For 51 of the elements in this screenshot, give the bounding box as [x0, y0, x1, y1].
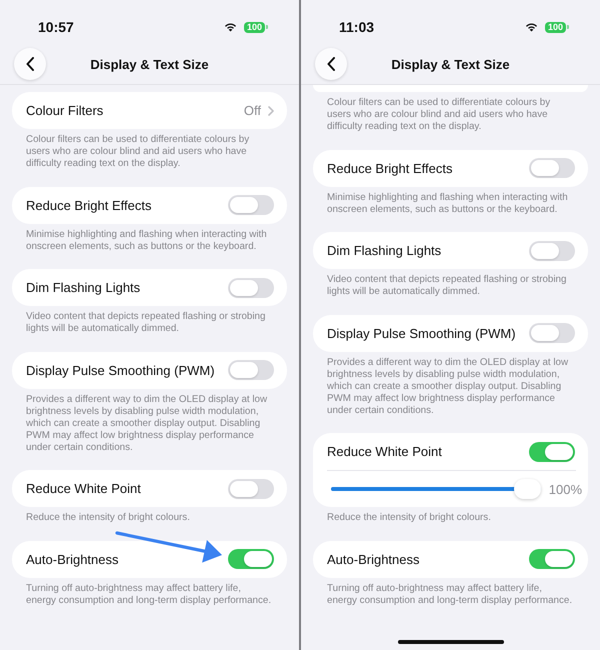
setting-label: Reduce White Point	[327, 444, 442, 459]
toggle-switch[interactable]	[228, 549, 274, 569]
toggle-switch[interactable]	[529, 240, 575, 260]
toggle-switch[interactable]	[529, 549, 575, 569]
slider-thumb[interactable]	[514, 479, 541, 499]
slider-value: 100%	[548, 482, 582, 496]
toggle-switch[interactable]	[228, 360, 274, 380]
setting-label: Reduce Bright Effects	[26, 198, 152, 212]
setting-description: Colour filters can be used to differentiate colours by users who are colour blind and aid users who have difficulty reading text on the display.	[326, 97, 552, 133]
chevron-left-icon	[26, 57, 34, 71]
setting-label: Display Pulse Smoothing (PWM)	[26, 362, 215, 378]
setting-description: Minimise highlighting and flashing when interacting with onscreen elements, such as buttons or the keyboard.	[25, 228, 268, 252]
setting-description: Minimise highlighting and flashing when interacting with onscreen elements, such as buttons or the keyboard.	[326, 192, 569, 216]
setting-description: Video content that depicts repeated flashing or strobing lights will be automatically dimmed.	[25, 311, 266, 335]
wifi-icon	[224, 22, 237, 32]
settings-link-row[interactable]: Colour Filters Off	[12, 92, 287, 129]
setting-description: Reduce the intensity of bright colours.	[326, 512, 492, 524]
battery-level: 100	[544, 22, 566, 32]
setting-description: Provides a different way to dim the OLED display at low brightness levels by disabling pulse width modulation, which can create a smoother display output. Disabling PWM may affect low brightness display performance under certain conditions.	[25, 394, 268, 454]
toggle-switch[interactable]	[529, 158, 575, 178]
toggle-switch[interactable]	[228, 278, 274, 298]
chevron-left-icon	[327, 57, 335, 71]
setting-description: Provides a different way to dim the OLED display at low brightness levels by disabling pulse width modulation, which can create a smoother display output. Disabling PWM may affect low brightness display performance under certain conditions.	[326, 356, 570, 416]
chevron-right-icon	[268, 106, 274, 116]
setting-label: Auto-Brightness	[26, 552, 118, 566]
nav-title: Display & Text Size	[391, 56, 510, 72]
setting-label: Auto-Brightness	[327, 552, 420, 566]
wifi-icon	[524, 22, 538, 32]
battery-level: 100	[244, 22, 265, 32]
nav-title: Display & Text Size	[90, 56, 209, 72]
setting-description: Turning off auto-brightness may affect battery life, energy consumption and long-term display performance.	[25, 582, 272, 606]
setting-label: Colour Filters	[26, 103, 104, 118]
setting-label: Reduce Bright Effects	[327, 160, 452, 176]
back-button[interactable]	[315, 48, 347, 80]
setting-label: Dim Flashing Lights	[26, 280, 140, 295]
setting-label: Display Pulse Smoothing (PWM)	[327, 326, 516, 340]
toggle-switch[interactable]	[529, 323, 575, 343]
toggle-switch[interactable]	[529, 442, 575, 462]
setting-value: Off	[244, 103, 261, 118]
status-time: 11:03	[339, 18, 374, 37]
setting-description: Video content that depicts repeated flashing or strobing lights will be automatically dimmed.	[326, 274, 568, 298]
setting-description: Reduce the intensity of bright colours.	[25, 512, 191, 524]
status-time: 10:57	[38, 18, 74, 37]
setting-label: Dim Flashing Lights	[327, 243, 442, 258]
back-button[interactable]	[14, 48, 46, 80]
setting-label: Reduce White Point	[26, 481, 141, 496]
setting-description: Colour filters can be used to differentiate colours by users who are colour blind and aid users who have difficulty reading text on the display.	[25, 134, 250, 170]
toggle-switch[interactable]	[228, 478, 274, 498]
slider-track[interactable]	[331, 479, 541, 499]
setting-description: Turning off auto-brightness may affect battery life, energy consumption and long-term display performance.	[326, 582, 574, 606]
toggle-switch[interactable]	[228, 195, 274, 215]
